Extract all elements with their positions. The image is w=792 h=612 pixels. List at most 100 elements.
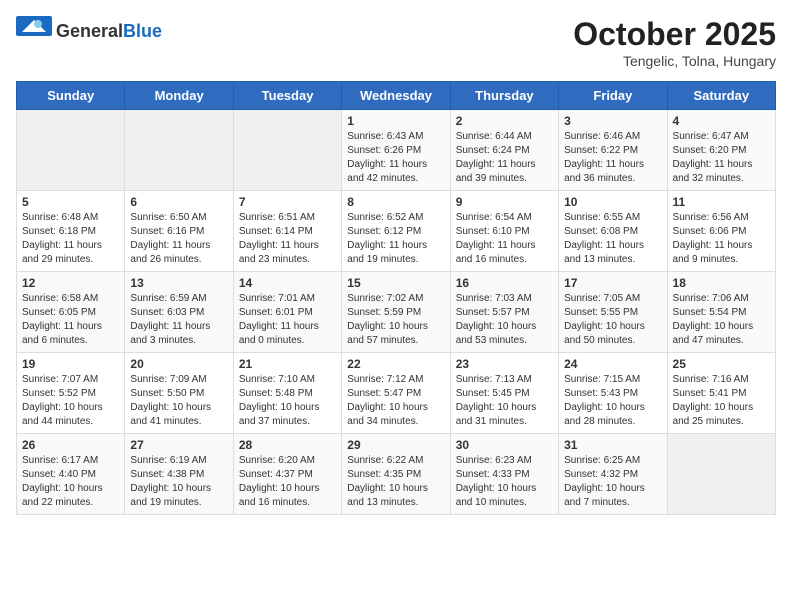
- calendar-day-cell: [125, 110, 233, 191]
- calendar-table: SundayMondayTuesdayWednesdayThursdayFrid…: [16, 81, 776, 515]
- calendar-day-cell: 10Sunrise: 6:55 AM Sunset: 6:08 PM Dayli…: [559, 191, 667, 272]
- calendar-day-cell: 22 Sunrise: 7:12 AM Sunset: 5:47 PM Dayli…: [342, 353, 450, 434]
- calendar-day-cell: [17, 110, 125, 191]
- calendar-day-cell: 8 Sunrise: 6:52 AM Sunset: 6:12 PM Daylig…: [342, 191, 450, 272]
- day-number: 2: [456, 114, 553, 128]
- day-info: Sunrise: 6:17 AM Sunset: 4:40 PM Dayligh…: [22, 454, 119, 510]
- day-info: Sunrise: 6:46 AM Sunset: 6:22 PM Dayligh…: [564, 130, 661, 186]
- calendar-week-row: 19Sunrise: 7:07 AM Sunset: 5:52 PM Dayli…: [17, 353, 776, 434]
- day-number: 26: [22, 438, 119, 452]
- day-number: 20: [130, 357, 227, 371]
- day-info: Sunrise: 7:16 AM Sunset: 5:41 PM Dayligh…: [673, 373, 770, 429]
- day-info: Sunrise: 7:02 AM Sunset: 5:59 PM Dayligh…: [347, 292, 444, 348]
- day-number: 30: [456, 438, 553, 452]
- day-number: 25: [673, 357, 770, 371]
- calendar-week-row: 5Sunrise: 6:48 AM Sunset: 6:18 PM Daylig…: [17, 191, 776, 272]
- calendar-day-cell: 15 Sunrise: 7:02 AM Sunset: 5:59 PM Dayli…: [342, 272, 450, 353]
- day-info: Sunrise: 6:51 AM Sunset: 6:14 PM Dayligh…: [239, 211, 336, 267]
- calendar-day-cell: 31Sunrise: 6:25 AM Sunset: 4:32 PM Dayli…: [559, 434, 667, 515]
- calendar-day-cell: 27 Sunrise: 6:19 AM Sunset: 4:38 PM Dayli…: [125, 434, 233, 515]
- calendar-day-cell: 5Sunrise: 6:48 AM Sunset: 6:18 PM Daylig…: [17, 191, 125, 272]
- day-info: Sunrise: 6:44 AM Sunset: 6:24 PM Dayligh…: [456, 130, 553, 186]
- logo-text-blue: Blue: [123, 22, 162, 40]
- day-number: 22: [347, 357, 444, 371]
- calendar-day-cell: 20 Sunrise: 7:09 AM Sunset: 5:50 PM Dayli…: [125, 353, 233, 434]
- day-info: Sunrise: 6:52 AM Sunset: 6:12 PM Dayligh…: [347, 211, 444, 267]
- weekday-header-wednesday: Wednesday: [342, 82, 450, 110]
- weekday-header-sunday: Sunday: [17, 82, 125, 110]
- calendar-day-cell: 23 Sunrise: 7:13 AM Sunset: 5:45 PM Dayli…: [450, 353, 558, 434]
- calendar-day-cell: 19Sunrise: 7:07 AM Sunset: 5:52 PM Dayli…: [17, 353, 125, 434]
- day-info: Sunrise: 6:56 AM Sunset: 6:06 PM Dayligh…: [673, 211, 770, 267]
- weekday-header-saturday: Saturday: [667, 82, 775, 110]
- day-info: Sunrise: 7:13 AM Sunset: 5:45 PM Dayligh…: [456, 373, 553, 429]
- day-number: 24: [564, 357, 661, 371]
- calendar-day-cell: 18 Sunrise: 7:06 AM Sunset: 5:54 PM Dayli…: [667, 272, 775, 353]
- day-info: Sunrise: 7:03 AM Sunset: 5:57 PM Dayligh…: [456, 292, 553, 348]
- weekday-header-friday: Friday: [559, 82, 667, 110]
- day-info: Sunrise: 6:50 AM Sunset: 6:16 PM Dayligh…: [130, 211, 227, 267]
- day-number: 19: [22, 357, 119, 371]
- day-number: 18: [673, 276, 770, 290]
- calendar-day-cell: 17Sunrise: 7:05 AM Sunset: 5:55 PM Dayli…: [559, 272, 667, 353]
- calendar-day-cell: 3 Sunrise: 6:46 AM Sunset: 6:22 PM Daylig…: [559, 110, 667, 191]
- calendar-day-cell: 7 Sunrise: 6:51 AM Sunset: 6:14 PM Daylig…: [233, 191, 341, 272]
- day-info: Sunrise: 7:15 AM Sunset: 5:43 PM Dayligh…: [564, 373, 661, 429]
- title-block: October 2025 Tengelic, Tolna, Hungary: [573, 16, 776, 69]
- logo-text-general: General: [56, 22, 123, 40]
- day-number: 16: [456, 276, 553, 290]
- calendar-week-row: 12Sunrise: 6:58 AM Sunset: 6:05 PM Dayli…: [17, 272, 776, 353]
- calendar-day-cell: 28 Sunrise: 6:20 AM Sunset: 4:37 PM Dayli…: [233, 434, 341, 515]
- calendar-day-cell: 25 Sunrise: 7:16 AM Sunset: 5:41 PM Dayli…: [667, 353, 775, 434]
- day-number: 3: [564, 114, 661, 128]
- day-info: Sunrise: 6:23 AM Sunset: 4:33 PM Dayligh…: [456, 454, 553, 510]
- day-number: 1: [347, 114, 444, 128]
- calendar-day-cell: 6Sunrise: 6:50 AM Sunset: 6:16 PM Daylig…: [125, 191, 233, 272]
- logo-icon: [16, 16, 52, 46]
- day-info: Sunrise: 7:10 AM Sunset: 5:48 PM Dayligh…: [239, 373, 336, 429]
- day-number: 27: [130, 438, 227, 452]
- day-number: 11: [673, 195, 770, 209]
- day-number: 4: [673, 114, 770, 128]
- day-info: Sunrise: 6:19 AM Sunset: 4:38 PM Dayligh…: [130, 454, 227, 510]
- day-number: 12: [22, 276, 119, 290]
- day-info: Sunrise: 6:20 AM Sunset: 4:37 PM Dayligh…: [239, 454, 336, 510]
- calendar-day-cell: 14 Sunrise: 7:01 AM Sunset: 6:01 PM Dayli…: [233, 272, 341, 353]
- day-number: 29: [347, 438, 444, 452]
- day-info: Sunrise: 6:22 AM Sunset: 4:35 PM Dayligh…: [347, 454, 444, 510]
- day-number: 23: [456, 357, 553, 371]
- calendar-day-cell: 12Sunrise: 6:58 AM Sunset: 6:05 PM Dayli…: [17, 272, 125, 353]
- page-header: General Blue October 2025 Tengelic, Toln…: [16, 16, 776, 69]
- day-number: 7: [239, 195, 336, 209]
- calendar-week-row: 26 Sunrise: 6:17 AM Sunset: 4:40 PM Dayli…: [17, 434, 776, 515]
- calendar-day-cell: 2 Sunrise: 6:44 AM Sunset: 6:24 PM Daylig…: [450, 110, 558, 191]
- day-info: Sunrise: 6:55 AM Sunset: 6:08 PM Dayligh…: [564, 211, 661, 267]
- day-number: 13: [130, 276, 227, 290]
- day-info: Sunrise: 7:09 AM Sunset: 5:50 PM Dayligh…: [130, 373, 227, 429]
- calendar-day-cell: 11 Sunrise: 6:56 AM Sunset: 6:06 PM Dayli…: [667, 191, 775, 272]
- day-info: Sunrise: 6:59 AM Sunset: 6:03 PM Dayligh…: [130, 292, 227, 348]
- calendar-day-cell: 1Sunrise: 6:43 AM Sunset: 6:26 PM Daylig…: [342, 110, 450, 191]
- day-info: Sunrise: 7:06 AM Sunset: 5:54 PM Dayligh…: [673, 292, 770, 348]
- weekday-header-thursday: Thursday: [450, 82, 558, 110]
- calendar-day-cell: [667, 434, 775, 515]
- day-info: Sunrise: 7:12 AM Sunset: 5:47 PM Dayligh…: [347, 373, 444, 429]
- day-number: 15: [347, 276, 444, 290]
- calendar-subtitle: Tengelic, Tolna, Hungary: [573, 53, 776, 69]
- day-info: Sunrise: 6:48 AM Sunset: 6:18 PM Dayligh…: [22, 211, 119, 267]
- calendar-day-cell: 21 Sunrise: 7:10 AM Sunset: 5:48 PM Dayli…: [233, 353, 341, 434]
- calendar-day-cell: 24 Sunrise: 7:15 AM Sunset: 5:43 PM Dayli…: [559, 353, 667, 434]
- day-number: 8: [347, 195, 444, 209]
- day-info: Sunrise: 7:01 AM Sunset: 6:01 PM Dayligh…: [239, 292, 336, 348]
- day-info: Sunrise: 6:54 AM Sunset: 6:10 PM Dayligh…: [456, 211, 553, 267]
- calendar-day-cell: [233, 110, 341, 191]
- day-number: 31: [564, 438, 661, 452]
- calendar-day-cell: 13 Sunrise: 6:59 AM Sunset: 6:03 PM Dayli…: [125, 272, 233, 353]
- logo: General Blue: [16, 16, 162, 46]
- weekday-header-tuesday: Tuesday: [233, 82, 341, 110]
- calendar-day-cell: 29 Sunrise: 6:22 AM Sunset: 4:35 PM Dayli…: [342, 434, 450, 515]
- day-number: 14: [239, 276, 336, 290]
- calendar-title: October 2025: [573, 16, 776, 53]
- day-number: 21: [239, 357, 336, 371]
- day-number: 28: [239, 438, 336, 452]
